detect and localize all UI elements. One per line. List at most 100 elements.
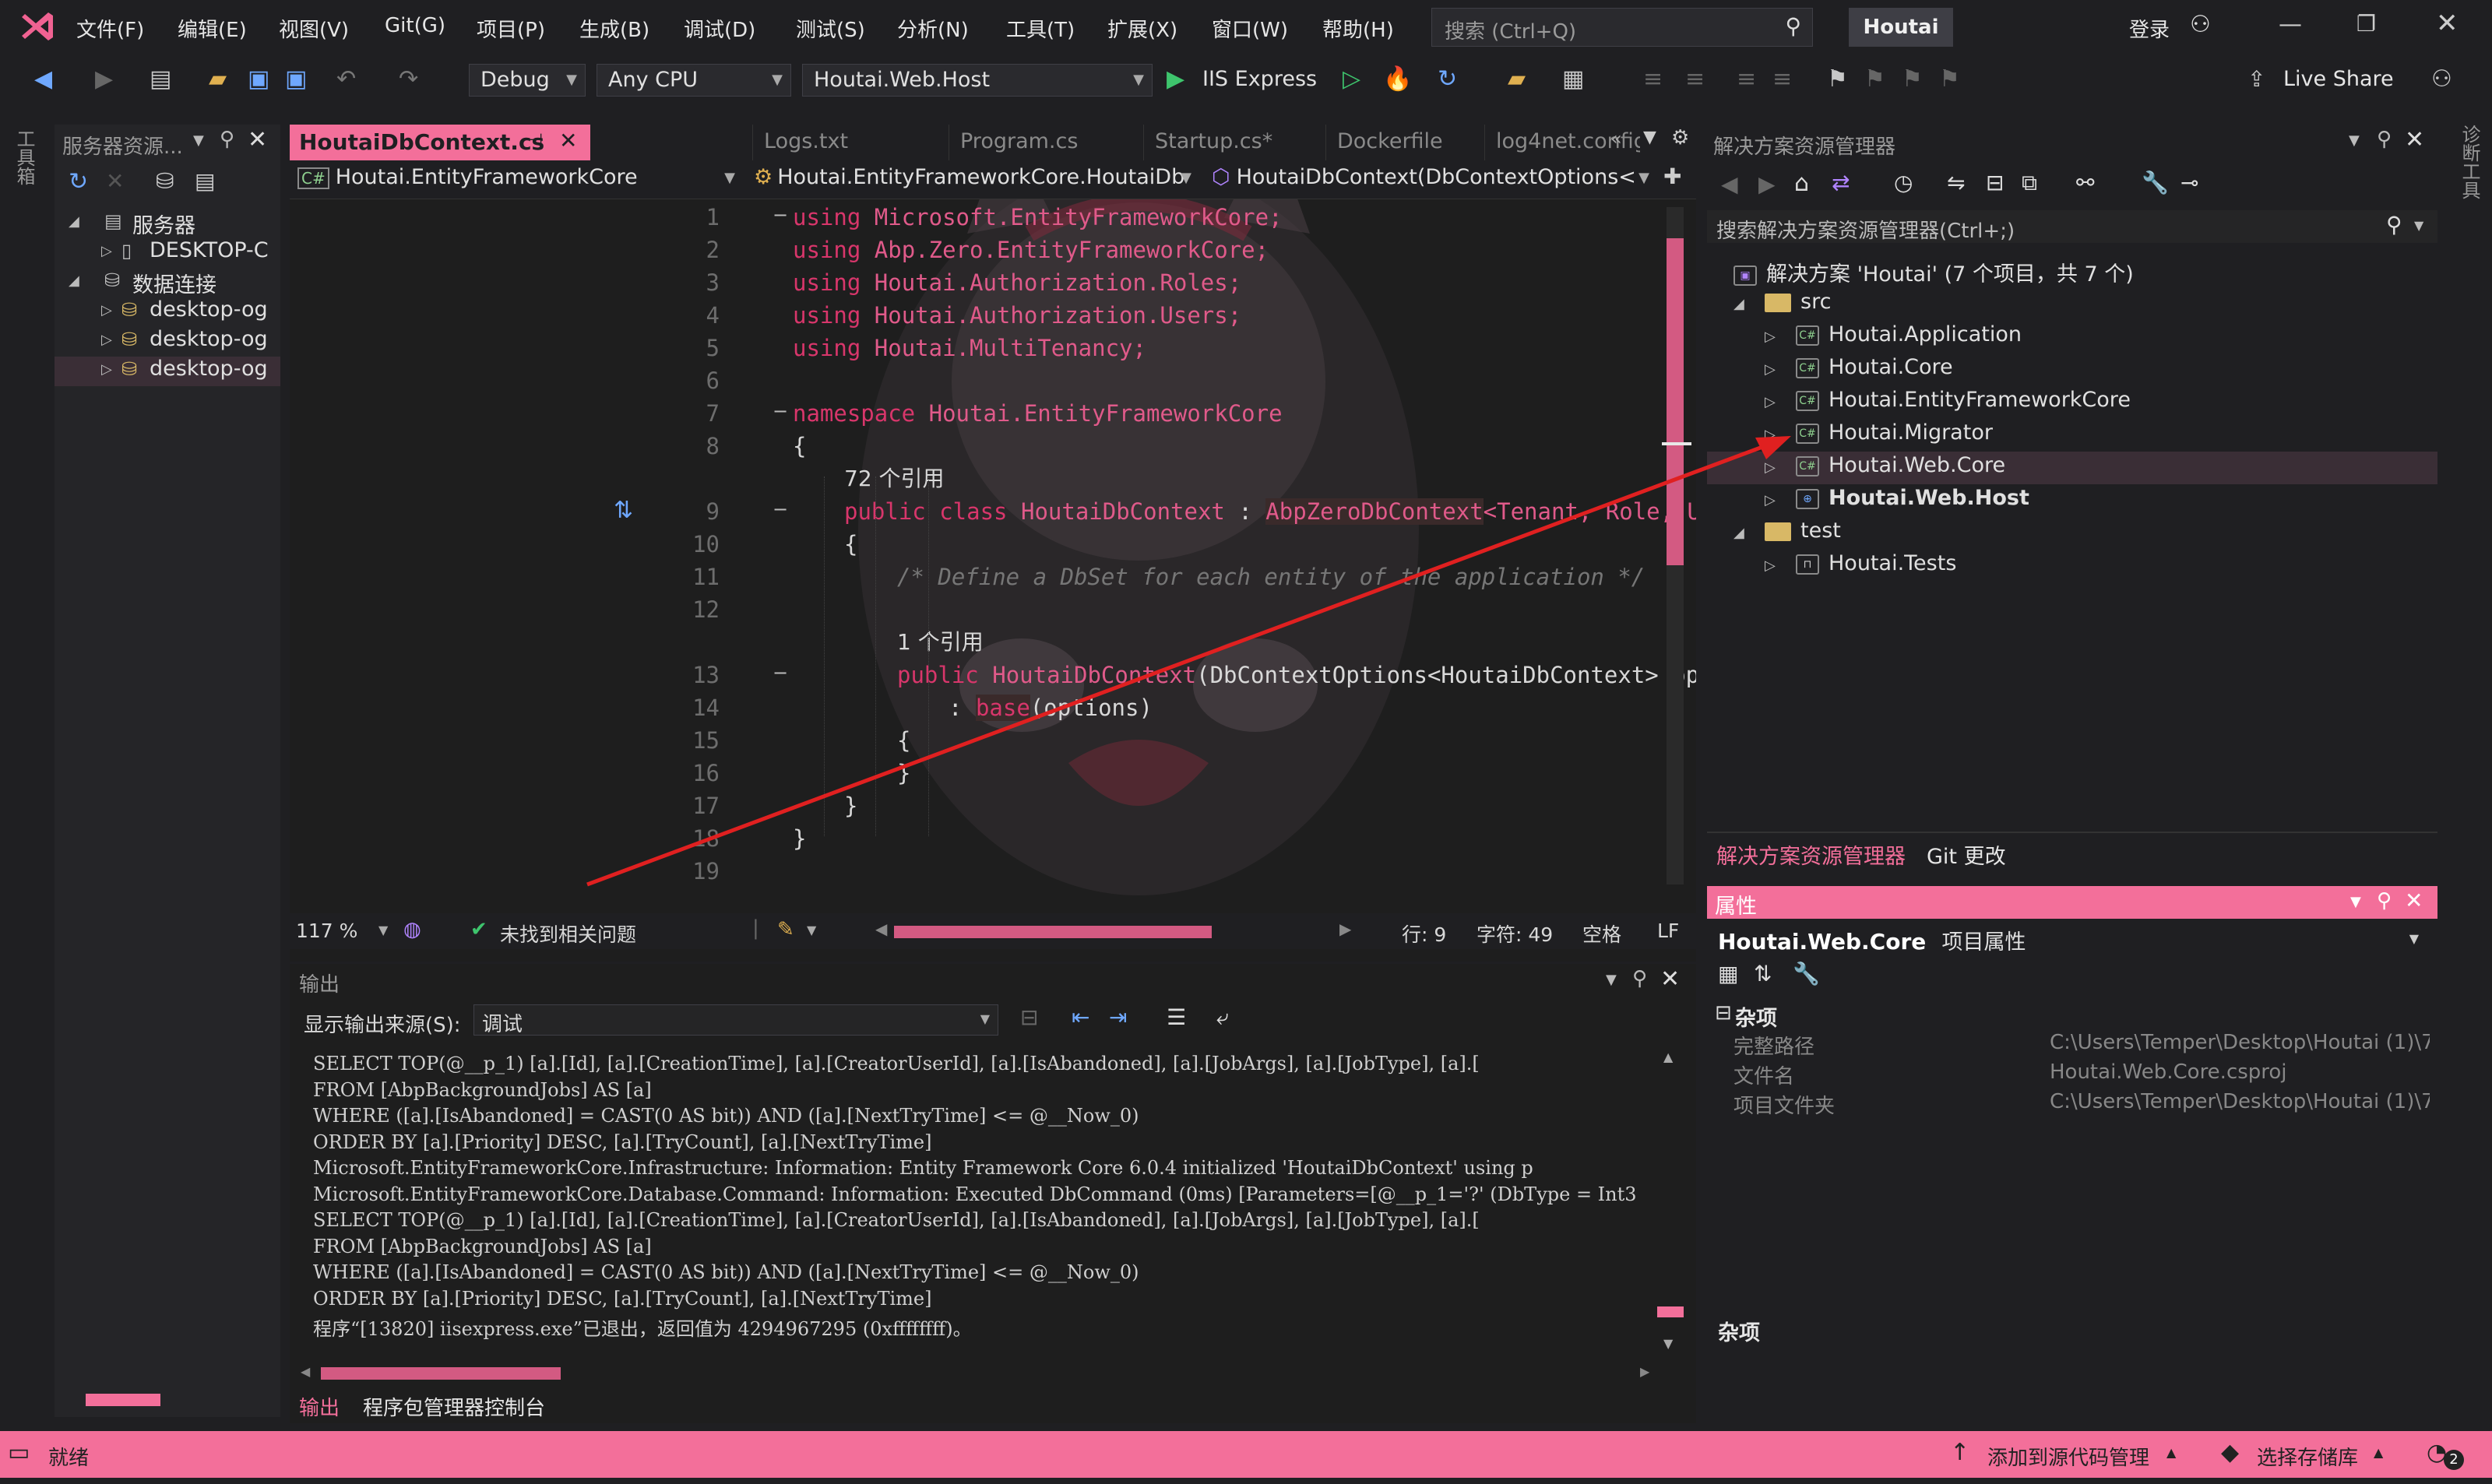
editor-tab[interactable]: Program.cs	[949, 125, 1135, 160]
folder-icon[interactable]: ▰	[1508, 56, 1526, 103]
vertical-scrollbar-thumb[interactable]	[1667, 238, 1684, 565]
code-area[interactable]: 1 using Microsoft.EntityFrameworkCore; 2 u…	[290, 199, 1696, 892]
visual-studio-logo-icon[interactable]	[19, 9, 56, 45]
solution-search-input[interactable]: 搜索解决方案资源管理器(Ctrl+;) ⚲ ▼	[1707, 210, 2437, 243]
menu-item[interactable]: 调试(D)	[684, 14, 755, 43]
code-line[interactable]: : base(options)	[949, 691, 1153, 724]
expanded-icon[interactable]: ◢	[69, 213, 79, 230]
feedback-icon[interactable]: ⚇	[2431, 56, 2452, 103]
home-icon[interactable]: ⌂	[1794, 170, 1809, 197]
pin-icon[interactable]: ⚲	[1632, 967, 1647, 990]
code-line[interactable]: }	[897, 757, 924, 789]
close-icon[interactable]: ✕	[2405, 126, 2424, 153]
solution-node[interactable]: ▣ 解决方案 'Houtai' (7 个项目，共 7 个)	[1707, 255, 2437, 288]
horizontal-scrollbar-thumb[interactable]	[86, 1394, 160, 1406]
restore-icon[interactable]: ❐	[2356, 11, 2376, 37]
connect-database-icon[interactable]: ⛁	[156, 168, 174, 194]
project-node[interactable]: ▷ C# Houtai.EntityFrameworkCore	[1707, 386, 2437, 419]
brush-icon[interactable]: ✎	[777, 918, 794, 941]
close-icon[interactable]: ✕	[248, 126, 267, 153]
menu-item[interactable]: 项目(P)	[477, 14, 545, 43]
login-button[interactable]: 登录	[2129, 14, 2170, 43]
whitespace-indicator[interactable]: 空格	[1582, 920, 1621, 948]
pin-icon[interactable]: ⚲	[2377, 889, 2392, 913]
property-value[interactable]: C:\Users\Temper\Desktop\Houtai (1)\7	[2050, 1031, 2430, 1054]
collapsed-icon[interactable]: ▷	[1765, 427, 1776, 443]
stop-icon[interactable]: ✕	[106, 168, 124, 194]
output-vertical-scrollbar[interactable]: ▲ ▼	[1657, 1050, 1684, 1408]
collapse-outline-icon[interactable]: −	[773, 662, 788, 684]
project-node[interactable]: ▷ ⊓ Houtai.Tests	[1707, 550, 2437, 582]
redo-icon[interactable]: ↷	[399, 56, 418, 103]
forward-icon[interactable]: ▶	[1758, 171, 1776, 197]
prev-bookmark-icon[interactable]: ⚑	[1864, 56, 1885, 103]
code-line[interactable]: }	[844, 789, 871, 822]
live-share-button[interactable]: Live Share	[2283, 56, 2394, 103]
next-message-icon[interactable]: ⇥	[1109, 1004, 1127, 1030]
folder-src[interactable]: ◢ src	[1707, 288, 2437, 321]
window-layout-icon[interactable]: ▦	[1562, 56, 1584, 103]
menu-item[interactable]: 文件(F)	[76, 14, 144, 43]
collapse-outline-icon[interactable]: −	[773, 400, 788, 422]
add-to-source-control-button[interactable]: 添加到源代码管理	[1987, 1442, 2149, 1471]
code-line[interactable]: using Houtai.MultiTenancy;	[793, 332, 1160, 364]
switch-views-icon[interactable]: ⇄	[1832, 170, 1850, 195]
code-line[interactable]: 72 个引用	[844, 462, 945, 495]
close-tab-icon[interactable]: ✕	[559, 128, 577, 153]
property-value[interactable]: Houtai.Web.Core.csproj	[2050, 1060, 2430, 1084]
chevron-down-icon[interactable]: ▼	[1606, 972, 1617, 988]
close-icon[interactable]: ✕	[2436, 8, 2459, 39]
property-value[interactable]: C:\Users\Temper\Desktop\Houtai (1)\7	[2050, 1090, 2430, 1113]
expanded-icon[interactable]: ◢	[1733, 296, 1744, 312]
code-line[interactable]: using Abp.Zero.EntityFrameworkCore;	[793, 234, 1283, 266]
start-debugging-icon[interactable]: ▶	[1167, 56, 1184, 103]
nav-class-select[interactable]: ⚙ Houtai.EntityFrameworkCore.HoutaiDb ▼	[754, 165, 1198, 195]
collapsed-icon[interactable]: ▷	[101, 332, 112, 348]
sync-icon[interactable]: ⇋	[1947, 170, 1965, 195]
clear-all-icon[interactable]: ☰	[1167, 1004, 1186, 1030]
pin-icon[interactable]: ⊣	[528, 131, 543, 150]
select-repository-button[interactable]: 选择存储库	[2257, 1442, 2358, 1471]
chevron-down-icon[interactable]: ▼	[807, 923, 816, 937]
codelens-references[interactable]: 1 个引用	[897, 629, 984, 655]
pin-icon[interactable]: ⚲	[220, 128, 234, 151]
chevron-down-icon[interactable]: ▼	[193, 132, 204, 149]
new-project-icon[interactable]: ▤	[150, 56, 171, 103]
code-line[interactable]: }	[793, 822, 820, 855]
close-icon[interactable]: ✕	[1660, 965, 1680, 993]
code-line[interactable]: {	[844, 528, 871, 561]
preview-icon[interactable]: ⊸	[2180, 170, 2198, 195]
code-line[interactable]: public HoutaiDbContext(DbContextOptions<…	[897, 659, 1696, 691]
menu-item[interactable]: Git(G)	[385, 14, 445, 37]
menu-item[interactable]: 分析(N)	[897, 14, 969, 43]
collapsed-icon[interactable]: ▷	[101, 361, 112, 378]
menu-item[interactable]: 生成(B)	[579, 14, 649, 43]
horizontal-scrollbar-thumb[interactable]	[894, 926, 1212, 938]
chevron-down-icon[interactable]: ▼	[2349, 132, 2360, 149]
outdent-icon[interactable]: ≡	[1685, 56, 1705, 103]
minimize-icon[interactable]: —	[2279, 11, 2302, 38]
forward-icon[interactable]: ▶	[95, 56, 113, 103]
configuration-select[interactable]: Debug ▼	[469, 64, 586, 97]
close-icon[interactable]: ✕	[2405, 888, 2423, 913]
tab-output[interactable]: 输出	[299, 1392, 340, 1421]
collapse-icon[interactable]: ⊟	[1715, 1001, 1732, 1025]
collapse-outline-icon[interactable]: −	[773, 498, 788, 520]
server-tree-item[interactable]: ▷ ⛁ desktop-og	[55, 357, 280, 386]
project-node[interactable]: ▷ C# Houtai.Migrator	[1707, 419, 2437, 452]
expanded-icon[interactable]: ◢	[1733, 525, 1744, 541]
menu-item[interactable]: 窗口(W)	[1212, 14, 1288, 43]
run-target-button[interactable]: IIS Express	[1202, 56, 1317, 103]
project-badge[interactable]: Houtai	[1849, 8, 1953, 47]
inheritance-margin-icon[interactable]: ⇅	[614, 497, 633, 524]
scroll-right-icon[interactable]: ▶	[1339, 920, 1351, 938]
properties-wrench-icon[interactable]: 🔧	[2142, 170, 2169, 195]
categorized-icon[interactable]: ▦	[1718, 961, 1738, 986]
collapsed-icon[interactable]: ▷	[1765, 557, 1776, 574]
vertical-scrollbar[interactable]	[1662, 207, 1691, 884]
menu-item[interactable]: 编辑(E)	[178, 14, 247, 43]
code-line[interactable]: {	[793, 430, 820, 462]
issues-status[interactable]: 未找到相关问题	[500, 920, 636, 948]
project-node[interactable]: ▷ C# Houtai.Web.Core	[1707, 452, 2437, 484]
collapse-outline-icon[interactable]: −	[773, 204, 788, 226]
